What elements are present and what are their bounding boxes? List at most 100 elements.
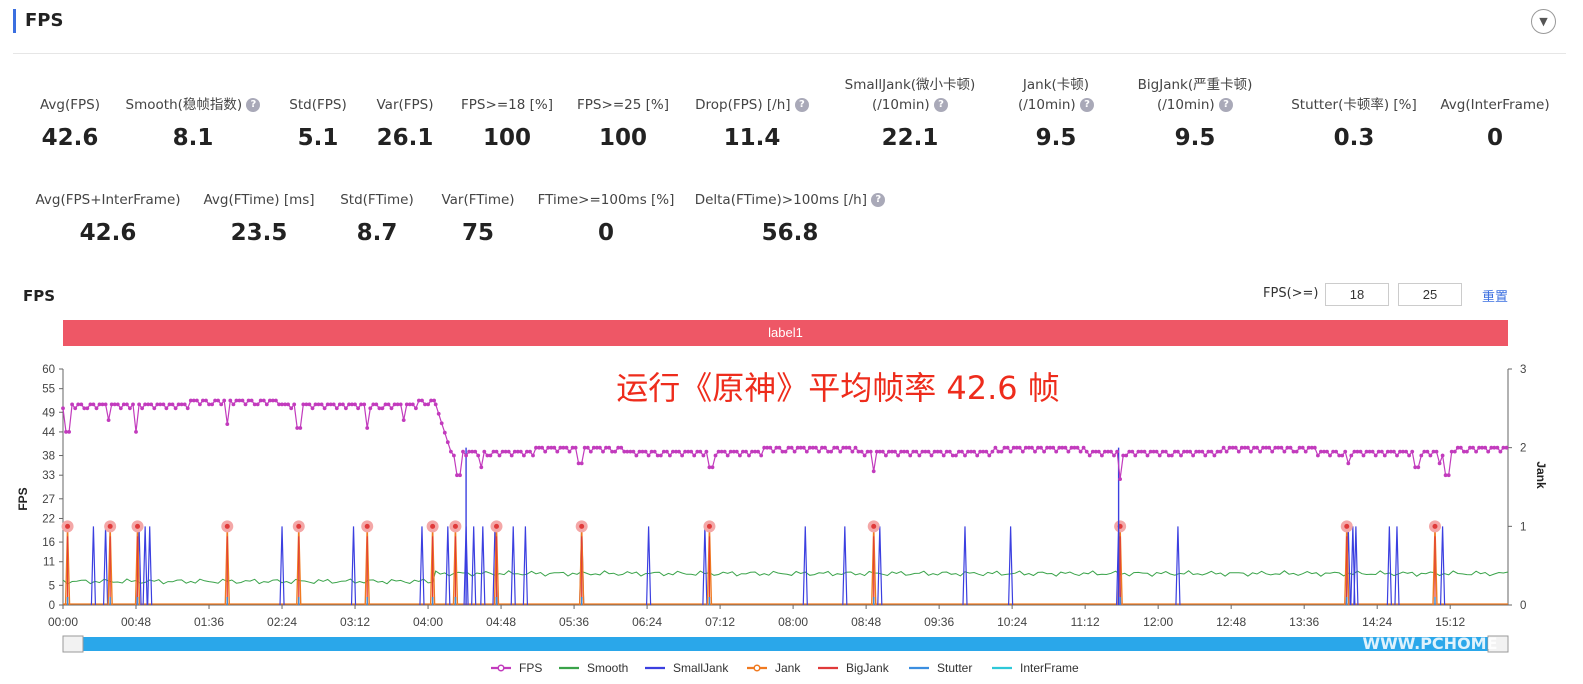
fps-point bbox=[1005, 445, 1010, 450]
fps-point bbox=[161, 402, 166, 407]
fps-point bbox=[783, 449, 788, 454]
fps-point bbox=[1395, 453, 1399, 458]
fps-point bbox=[880, 449, 885, 454]
y-tick-label-left: 49 bbox=[42, 407, 55, 419]
fps-point bbox=[598, 445, 602, 450]
fps-point bbox=[646, 453, 651, 458]
fps-point bbox=[497, 453, 502, 458]
fps-point bbox=[1437, 461, 1442, 466]
fps-point bbox=[1224, 449, 1229, 454]
fps-point bbox=[680, 453, 684, 458]
fps-point bbox=[1288, 445, 1293, 450]
x-tick-label: 02:24 bbox=[267, 615, 297, 629]
fps-point bbox=[543, 449, 548, 454]
fps-point bbox=[1392, 449, 1396, 454]
fps-point bbox=[436, 411, 441, 416]
fps-point bbox=[744, 449, 748, 454]
x-tick-label: 01:36 bbox=[194, 615, 224, 629]
fps-point bbox=[1087, 453, 1092, 458]
fps-point bbox=[531, 453, 535, 458]
fps-point bbox=[518, 449, 523, 454]
fps-point bbox=[905, 449, 910, 454]
fps-point bbox=[473, 449, 478, 454]
smalljank-spike bbox=[480, 526, 486, 606]
series-fps-line bbox=[62, 398, 1507, 480]
y-tick-label-right: 3 bbox=[1520, 364, 1526, 376]
x-tick-label: 12:48 bbox=[1216, 615, 1246, 629]
fps-point bbox=[310, 406, 315, 411]
fps-point bbox=[984, 449, 989, 454]
bigjank-marker bbox=[494, 523, 499, 529]
smalljank-spike bbox=[1008, 526, 1014, 606]
fps-point bbox=[204, 398, 208, 403]
fps-point bbox=[222, 398, 227, 403]
fps-point bbox=[771, 449, 776, 454]
y-tick-label-right: 1 bbox=[1520, 521, 1526, 533]
fps-point bbox=[73, 406, 78, 411]
legend-label-interframe: InterFrame bbox=[1020, 661, 1079, 675]
fps-point bbox=[665, 449, 669, 454]
fps-point bbox=[987, 453, 992, 458]
fps-point bbox=[94, 406, 99, 411]
fps-point bbox=[1458, 445, 1463, 450]
y-tick-label-right: 0 bbox=[1520, 600, 1526, 612]
fps-point bbox=[1017, 445, 1022, 450]
x-tick-label: 13:36 bbox=[1289, 615, 1319, 629]
fps-point bbox=[228, 398, 233, 403]
fps-point bbox=[1133, 453, 1138, 458]
fps-point bbox=[289, 406, 294, 411]
smalljank-spike bbox=[522, 526, 528, 606]
x-tick-label: 05:36 bbox=[559, 615, 589, 629]
fps-point bbox=[1282, 449, 1287, 454]
fps-point bbox=[1361, 453, 1366, 458]
bigjank-marker bbox=[452, 523, 458, 529]
x-tick-label: 10:24 bbox=[997, 615, 1027, 629]
fps-point bbox=[274, 398, 278, 403]
fps-point bbox=[85, 406, 90, 411]
fps-point bbox=[1270, 449, 1275, 454]
fps-point bbox=[341, 402, 345, 407]
fps-point bbox=[1078, 449, 1083, 454]
legend-label-smalljank: SmallJank bbox=[673, 661, 729, 675]
smalljank-spike bbox=[445, 526, 451, 606]
fps-point bbox=[701, 453, 706, 458]
y-tick-label-left: 33 bbox=[42, 470, 55, 482]
fps-point bbox=[1100, 453, 1104, 458]
fps-point bbox=[334, 406, 339, 411]
fps-point bbox=[1063, 445, 1068, 450]
fps-point bbox=[1300, 445, 1305, 450]
fps-point bbox=[1203, 453, 1208, 458]
fps-point bbox=[398, 402, 403, 407]
fps-point bbox=[319, 402, 324, 407]
fps-point bbox=[1434, 449, 1439, 454]
fps-point bbox=[1154, 449, 1159, 454]
fps-point bbox=[652, 449, 657, 454]
fps-point bbox=[1054, 449, 1059, 454]
fps-point bbox=[954, 453, 958, 458]
fps-point bbox=[414, 406, 418, 411]
fps-point bbox=[479, 465, 484, 470]
fps-point bbox=[1303, 449, 1308, 454]
fps-point bbox=[432, 398, 436, 403]
fps-point bbox=[631, 449, 636, 454]
fps-point bbox=[1346, 461, 1351, 466]
fps-point bbox=[292, 402, 297, 407]
fps-point bbox=[374, 402, 379, 407]
fps-point bbox=[1169, 453, 1174, 458]
fps-point bbox=[990, 449, 995, 454]
fps-point bbox=[1504, 445, 1509, 450]
smalljank-spike bbox=[1394, 526, 1400, 606]
x-tick-label: 14:24 bbox=[1362, 615, 1392, 629]
fps-point bbox=[1115, 449, 1119, 454]
fps-point bbox=[225, 422, 230, 426]
fps-point bbox=[1124, 453, 1129, 458]
fps-point bbox=[134, 430, 138, 434]
fps-point bbox=[170, 402, 175, 407]
fps-point bbox=[1340, 453, 1345, 458]
fps-point bbox=[410, 402, 415, 407]
bigjank-marker bbox=[296, 523, 302, 529]
fps-point bbox=[249, 398, 254, 403]
fps-point bbox=[1200, 449, 1205, 454]
fps-point bbox=[70, 402, 74, 407]
fps-point bbox=[1033, 449, 1037, 454]
